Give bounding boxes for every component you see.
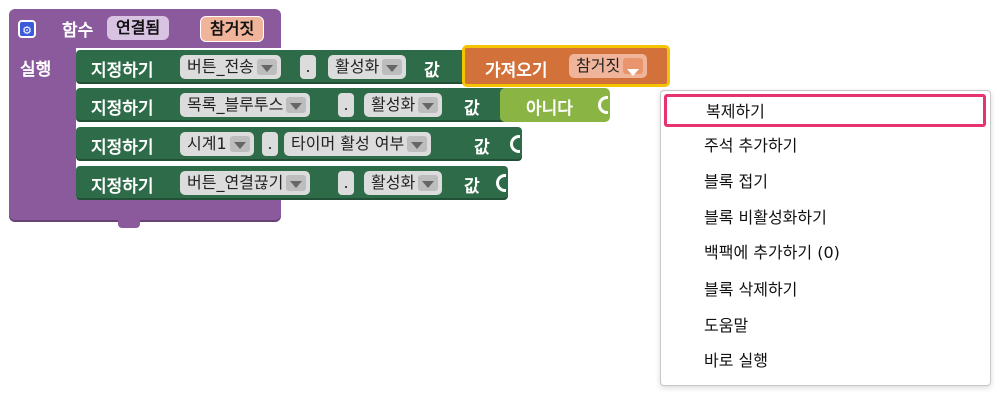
value-label: 값	[424, 61, 440, 81]
value-label: 값	[474, 138, 490, 158]
chevron-down-icon	[286, 174, 307, 191]
component-dropdown[interactable]: 버튼_전송	[180, 55, 281, 79]
component-dropdown[interactable]: 버튼_연결끊기	[180, 171, 311, 195]
context-menu: 복제하기 주석 추가하기 블록 접기 블록 비활성화하기 백팩에 추가하기 (0…	[660, 90, 991, 386]
dot-separator: .	[300, 55, 316, 79]
menu-item-disable-block[interactable]: 블록 비활성화하기	[661, 201, 990, 235]
component-dropdown[interactable]: 시계1	[180, 132, 254, 156]
not-block[interactable]: 아니다	[500, 88, 610, 122]
chevron-down-icon	[407, 135, 428, 152]
property-name: 활성화	[335, 57, 380, 76]
procedure-keyword: 함수	[62, 21, 94, 41]
dot-separator: .	[338, 93, 354, 117]
set-label: 지정하기	[91, 138, 154, 158]
chevron-down-icon	[418, 96, 439, 113]
dot-separator: .	[338, 171, 354, 195]
procedure-bottom-notch	[118, 218, 140, 228]
set-label: 지정하기	[91, 61, 154, 81]
value-label: 값	[464, 99, 480, 119]
component-name: 버튼_연결끊기	[187, 173, 284, 192]
input-socket[interactable]	[510, 135, 520, 153]
set-label: 지정하기	[91, 99, 154, 119]
procedure-param[interactable]: 참거짓	[200, 16, 265, 42]
input-socket[interactable]	[496, 174, 506, 192]
property-dropdown[interactable]: 활성화	[328, 55, 407, 79]
input-socket[interactable]	[598, 96, 608, 114]
menu-item-duplicate[interactable]: 복제하기	[664, 94, 986, 127]
set-block-disconnect-button[interactable]: 지정하기 버튼_연결끊기 . 활성화 값	[76, 166, 508, 200]
procedure-name-field[interactable]: 연결됨	[107, 16, 170, 40]
value-label: 값	[464, 177, 480, 197]
get-variable-block[interactable]: 가져오기 참거짓	[462, 45, 670, 87]
menu-item-delete-block[interactable]: 블록 삭제하기	[661, 273, 990, 307]
set-block-bluetooth-list[interactable]: 지정하기 목록_블루투스 . 활성화 값	[76, 88, 508, 122]
property-name: 타이머 활성 여부	[291, 134, 405, 153]
property-name: 활성화	[371, 95, 416, 114]
property-dropdown[interactable]: 타이머 활성 여부	[284, 132, 432, 156]
menu-item-do-it[interactable]: 바로 실행	[661, 344, 990, 378]
chevron-down-icon	[623, 57, 644, 76]
menu-item-help[interactable]: 도움말	[661, 309, 990, 343]
component-name: 목록_블루투스	[187, 95, 284, 114]
chevron-down-icon	[418, 174, 439, 191]
not-label: 아니다	[526, 99, 573, 119]
dot-separator: .	[262, 132, 278, 156]
chevron-down-icon	[382, 58, 403, 75]
set-block-clock[interactable]: 지정하기 시계1 . 타이머 활성 여부 값	[76, 127, 522, 161]
menu-item-collapse-block[interactable]: 블록 접기	[661, 165, 990, 199]
set-label: 지정하기	[91, 177, 154, 197]
menu-item-add-to-backpack[interactable]: 백팩에 추가하기 (0)	[661, 236, 990, 270]
chevron-down-icon	[256, 58, 277, 75]
chevron-down-icon	[286, 96, 307, 113]
component-dropdown[interactable]: 목록_블루투스	[180, 93, 311, 117]
property-name: 활성화	[371, 173, 416, 192]
chevron-down-icon	[229, 135, 250, 152]
menu-item-add-comment[interactable]: 주석 추가하기	[661, 129, 990, 163]
set-block-send-button[interactable]: 지정하기 버튼_전송 . 활성화 값	[76, 50, 470, 84]
gear-icon[interactable]: ⚙	[18, 20, 36, 38]
do-label: 실행	[20, 60, 52, 80]
variable-dropdown[interactable]: 참거짓	[569, 54, 648, 78]
property-dropdown[interactable]: 활성화	[364, 93, 443, 117]
component-name: 시계1	[187, 134, 227, 153]
get-label: 가져오기	[485, 61, 548, 81]
component-name: 버튼_전송	[187, 57, 254, 76]
property-dropdown[interactable]: 활성화	[364, 171, 443, 195]
variable-name: 참거짓	[576, 56, 621, 75]
